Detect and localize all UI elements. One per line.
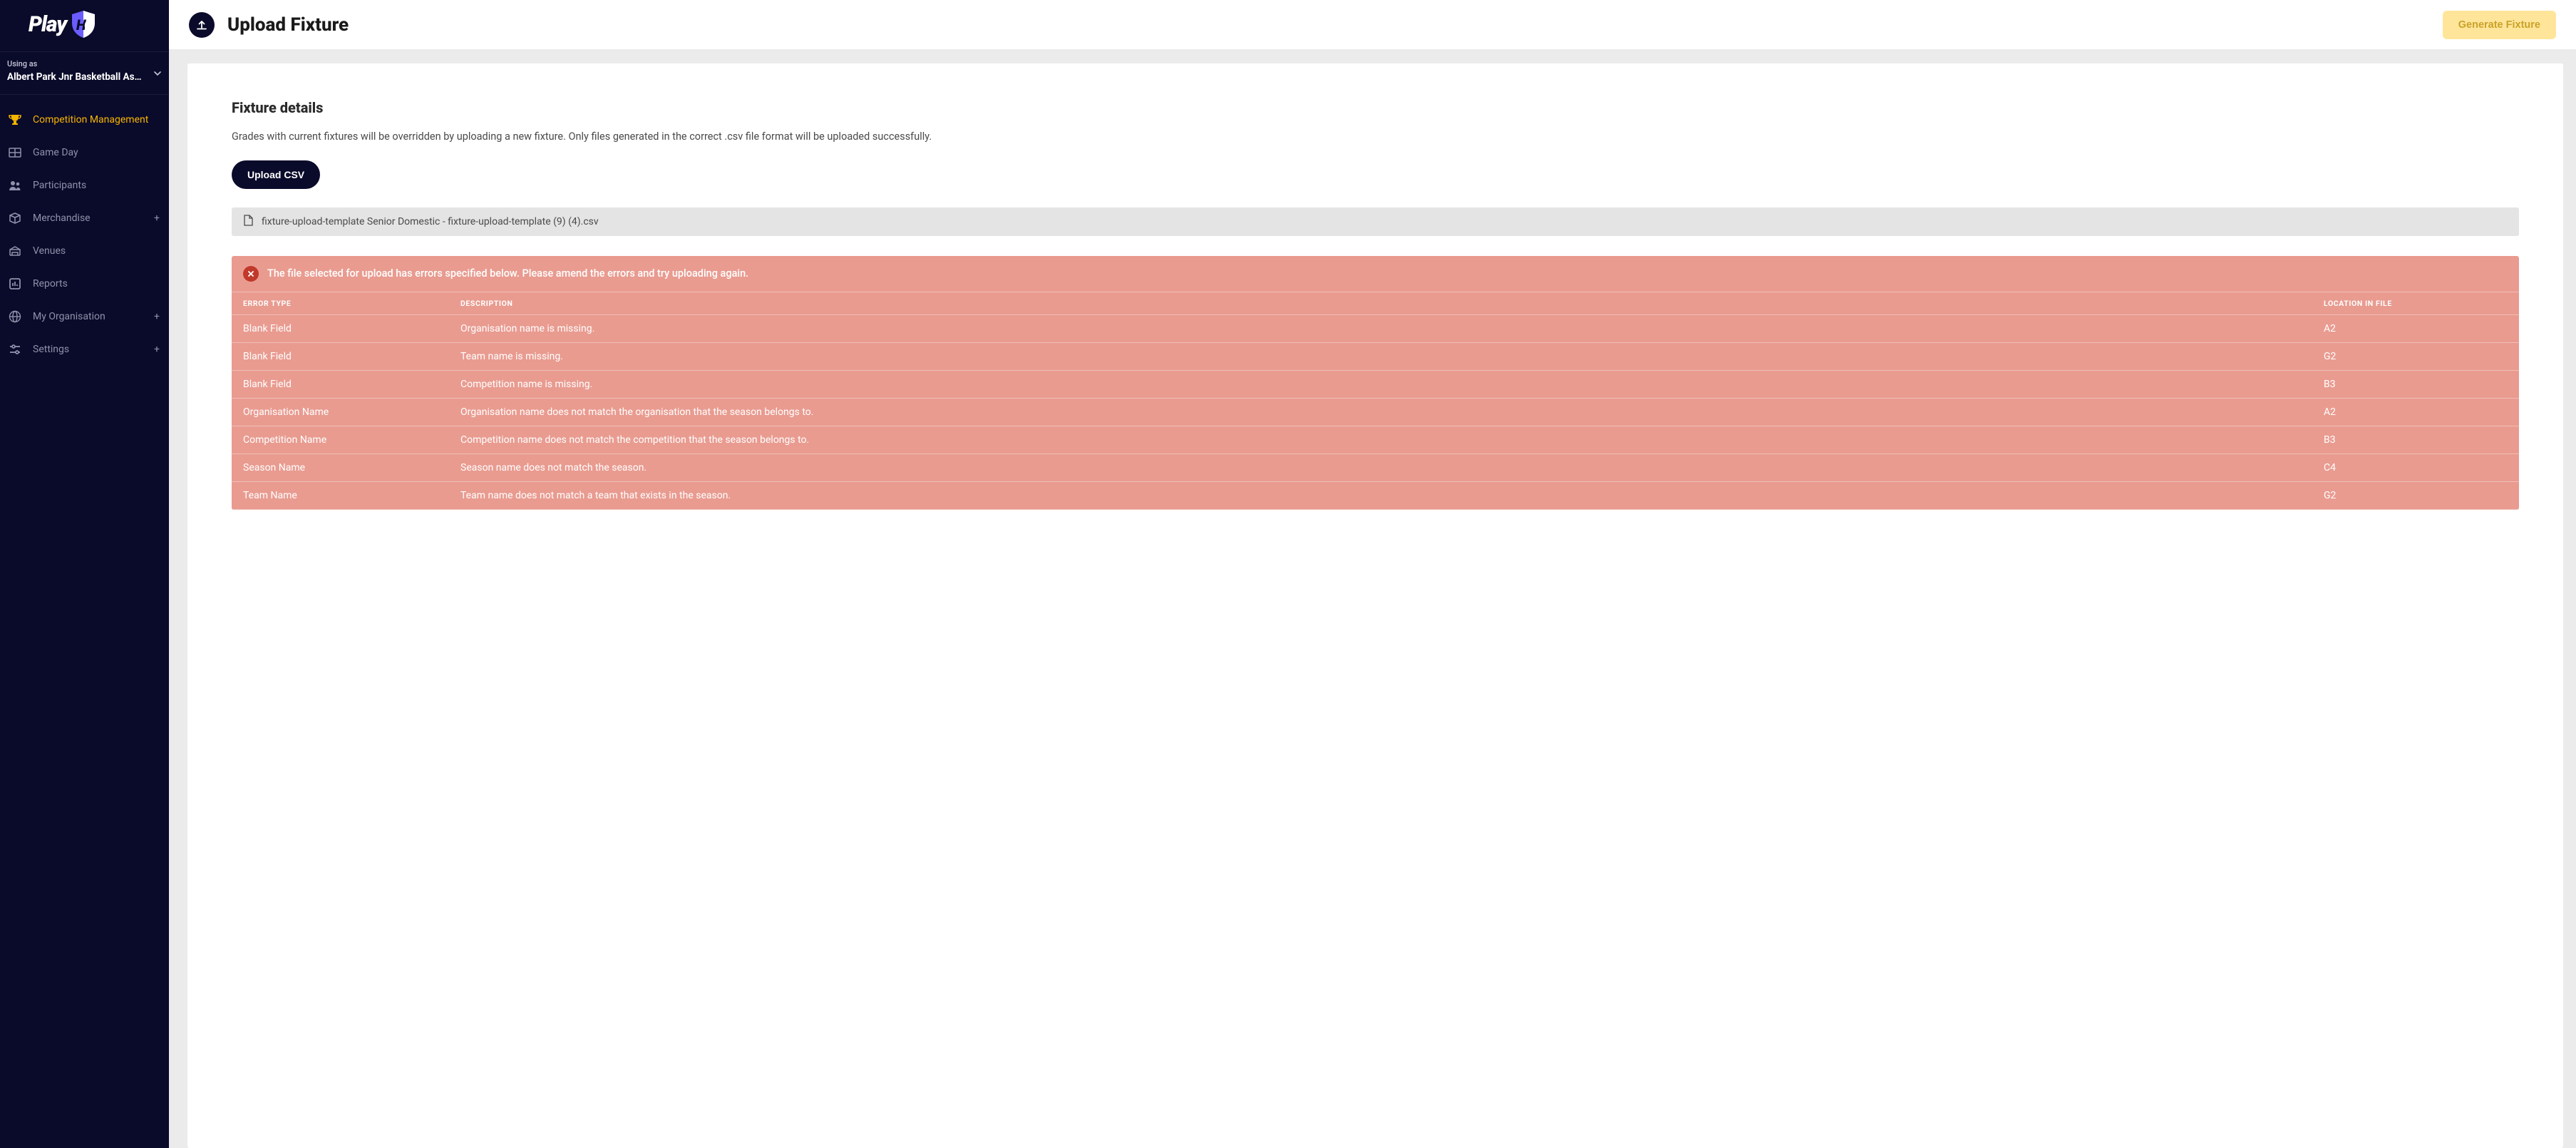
sidebar-item-label: Venues (33, 245, 66, 257)
trophy-icon (7, 112, 23, 128)
upload-icon (189, 12, 215, 38)
expand-icon: + (154, 212, 160, 224)
sidebar-item-participants[interactable]: Participants (0, 169, 168, 202)
error-col-location: LOCATION IN FILE (2312, 292, 2519, 314)
org-name: Albert Park Jnr Basketball Associa (7, 71, 146, 83)
venue-icon (7, 243, 23, 259)
error-cell-type: Blank Field (232, 370, 449, 398)
expand-icon: + (154, 311, 160, 322)
error-cell-location: A2 (2312, 314, 2519, 342)
sidebar-item-reports[interactable]: Reports (0, 267, 168, 300)
fixture-card: Fixture details Grades with current fixt… (187, 63, 2563, 1148)
box-icon (7, 210, 23, 226)
sidebar-item-label: Competition Management (33, 114, 148, 125)
error-cell-type: Organisation Name (232, 398, 449, 426)
error-col-description: DESCRIPTION (449, 292, 2312, 314)
brand-word-play: Play (29, 12, 66, 37)
error-cell-type: Blank Field (232, 342, 449, 370)
error-cell-description: Organisation name is missing. (449, 314, 2312, 342)
brand-shield-icon: H Q (71, 10, 96, 39)
error-row: Season NameSeason name does not match th… (232, 453, 2519, 481)
error-cell-description: Competition name does not match the comp… (449, 426, 2312, 453)
topbar: Upload Fixture Generate Fixture (169, 0, 2576, 49)
generate-fixture-button[interactable]: Generate Fixture (2443, 11, 2556, 39)
error-cell-description: Team name does not match a team that exi… (449, 481, 2312, 509)
expand-icon: + (154, 344, 160, 355)
sliders-icon (7, 342, 23, 357)
error-cell-location: C4 (2312, 453, 2519, 481)
upload-csv-button[interactable]: Upload CSV (232, 160, 320, 189)
uploaded-file-name: fixture-upload-template Senior Domestic … (262, 216, 599, 227)
error-cell-type: Season Name (232, 453, 449, 481)
error-panel: The file selected for upload has errors … (232, 256, 2519, 510)
error-banner: The file selected for upload has errors … (232, 256, 2519, 292)
sidebar-item-label: My Organisation (33, 311, 105, 322)
sidebar-item-my-organisation[interactable]: My Organisation + (0, 300, 168, 333)
users-icon (7, 178, 23, 193)
sidebar-item-label: Settings (33, 344, 69, 355)
sidebar-nav: Competition Management Game Day Participan… (0, 95, 168, 366)
error-cell-type: Team Name (232, 481, 449, 509)
sidebar-item-merchandise[interactable]: Merchandise + (0, 202, 168, 235)
error-row: Competition NameCompetition name does no… (232, 426, 2519, 453)
logo: Play H Q (0, 0, 168, 51)
error-cell-description: Season name does not match the season. (449, 453, 2312, 481)
file-icon (243, 215, 253, 229)
section-description: Grades with current fixtures will be ove… (232, 129, 2519, 145)
scoreboard-icon (7, 145, 23, 160)
error-banner-text: The file selected for upload has errors … (267, 267, 748, 280)
error-cell-type: Blank Field (232, 314, 449, 342)
error-table: ERROR TYPE DESCRIPTION LOCATION IN FILE … (232, 292, 2519, 510)
page-title: Upload Fixture (227, 14, 349, 36)
error-cell-location: G2 (2312, 481, 2519, 509)
error-row: Blank FieldCompetition name is missing.B… (232, 370, 2519, 398)
sidebar-item-competition-management[interactable]: Competition Management (0, 103, 168, 136)
error-cell-description: Organisation name does not match the org… (449, 398, 2312, 426)
chart-icon (7, 276, 23, 292)
sidebar-item-settings[interactable]: Settings + (0, 333, 168, 366)
error-cell-type: Competition Name (232, 426, 449, 453)
error-row: Organisation NameOrganisation name does … (232, 398, 2519, 426)
error-row: Blank FieldTeam name is missing.G2 (232, 342, 2519, 370)
error-cell-description: Competition name is missing. (449, 370, 2312, 398)
sidebar-item-label: Participants (33, 180, 86, 191)
error-cell-location: B3 (2312, 370, 2519, 398)
error-cell-location: B3 (2312, 426, 2519, 453)
uploaded-file-chip: fixture-upload-template Senior Domestic … (232, 207, 2519, 236)
sidebar-item-label: Merchandise (33, 212, 91, 224)
section-title: Fixture details (232, 99, 2519, 116)
org-switcher[interactable]: Using as Albert Park Jnr Basketball Asso… (0, 51, 168, 95)
svg-text:Q: Q (84, 16, 94, 34)
error-cell-description: Team name is missing. (449, 342, 2312, 370)
using-as-label: Using as (7, 59, 158, 68)
main: Upload Fixture Generate Fixture Fixture … (169, 0, 2576, 1148)
globe-icon (7, 309, 23, 324)
error-row: Team NameTeam name does not match a team… (232, 481, 2519, 509)
sidebar-item-game-day[interactable]: Game Day (0, 136, 168, 169)
sidebar: Play H Q Using as Albert Park Jnr Basket… (0, 0, 169, 1148)
error-col-type: ERROR TYPE (232, 292, 449, 314)
chevron-down-icon (154, 69, 161, 79)
error-icon (243, 266, 259, 282)
error-row: Blank FieldOrganisation name is missing.… (232, 314, 2519, 342)
sidebar-item-label: Reports (33, 278, 68, 289)
error-cell-location: G2 (2312, 342, 2519, 370)
error-cell-location: A2 (2312, 398, 2519, 426)
sidebar-item-venues[interactable]: Venues (0, 235, 168, 267)
sidebar-item-label: Game Day (33, 147, 78, 158)
